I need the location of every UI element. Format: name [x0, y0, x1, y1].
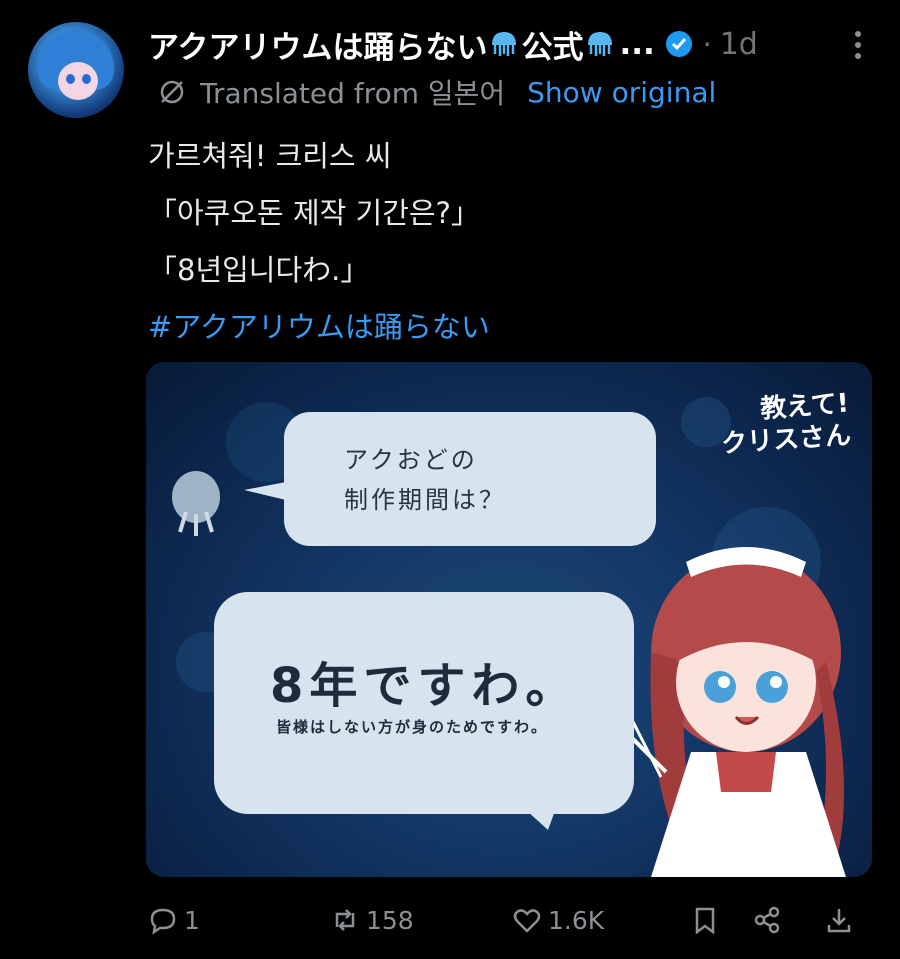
post-image[interactable]: アクおどの 制作期間は？ 8年ですわ。 皆様はしない方が身のためですわ。 教えて…	[146, 362, 872, 877]
hashtag-link[interactable]: #アクアリウムは踊らない	[148, 299, 490, 356]
author-name[interactable]: アクアリウムは踊らない 公式 ...	[148, 22, 655, 67]
verified-icon	[665, 31, 692, 57]
post-body: 가르쳐줘! 크리스 씨 「아쿠오돈 제작 기간은?」 「8년입니다わ.」 #アク…	[148, 128, 490, 356]
question-line: アクおどの	[344, 446, 478, 474]
globe-icon	[160, 80, 184, 104]
post-line: 「아쿠오돈 제작 기간은?」	[148, 196, 480, 230]
repost-count: 158	[366, 905, 414, 935]
post-timestamp[interactable]: 1d	[720, 27, 758, 62]
name-ellipsis: ...	[619, 26, 655, 62]
repost-button[interactable]: 158	[330, 895, 414, 945]
avatar-face	[58, 62, 98, 100]
answer-bubble: 8年ですわ。 皆様はしない方が身のためですわ。	[214, 592, 634, 814]
answer-sub-text: 皆様はしない方が身のためですわ。	[276, 718, 549, 736]
reply-icon	[150, 908, 176, 935]
image-title: 教えて! クリスさん	[718, 388, 852, 461]
author-suffix: 公式	[521, 29, 584, 66]
more-icon[interactable]	[854, 30, 862, 60]
like-count: 1.6K	[548, 905, 605, 935]
post-line: 「8년입니다わ.」	[148, 253, 370, 287]
share-icon	[754, 906, 780, 934]
bookmark-icon	[695, 907, 715, 935]
post-line: 가르쳐줘! 크리스 씨	[148, 139, 392, 173]
translation-row: Translated from 일본어 Show original	[158, 72, 716, 112]
bookmark-button[interactable]	[690, 895, 720, 945]
like-button[interactable]: 1.6K	[512, 895, 604, 945]
author-name-text: アクアリウムは踊らない	[148, 29, 488, 66]
show-original-link[interactable]: Show original	[527, 76, 716, 109]
post-avatar[interactable]	[28, 22, 124, 118]
post-actions: 1 158 1.6K	[0, 895, 900, 945]
reply-button[interactable]: 1	[148, 895, 200, 945]
download-icon	[827, 909, 851, 933]
repost-icon	[335, 909, 355, 931]
jellyfish-icon	[492, 32, 517, 56]
avatar-eye-left	[66, 74, 75, 84]
translated-label: Translated from 일본어	[200, 77, 506, 110]
share-button[interactable]	[752, 895, 782, 945]
download-button[interactable]	[824, 895, 854, 945]
jellyfish-icon	[588, 32, 613, 56]
answer-main-text: 8年ですわ。	[270, 658, 580, 714]
like-icon	[513, 909, 541, 933]
separator-dot: ·	[702, 27, 712, 61]
reply-count: 1	[184, 905, 200, 935]
question-bubble: アクおどの 制作期間は？	[284, 412, 656, 546]
question-line: 制作期間は？	[344, 486, 506, 514]
avatar-eye-right	[82, 74, 91, 84]
post-header: アクアリウムは踊らない 公式 ... · 1d	[148, 22, 880, 66]
